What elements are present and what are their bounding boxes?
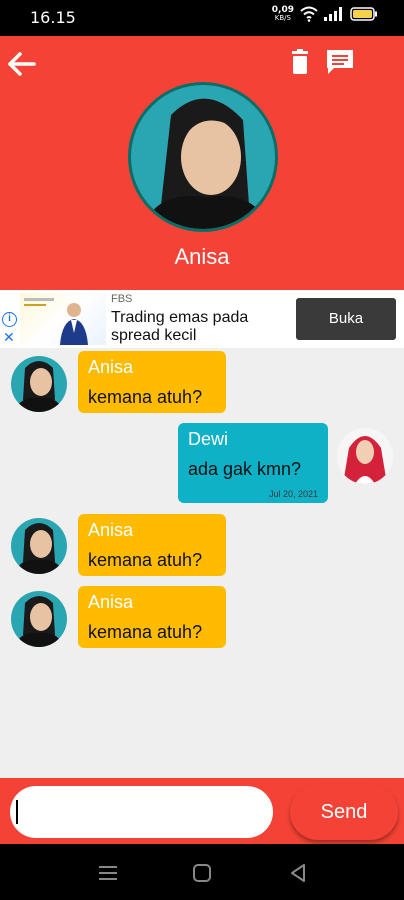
- message-bubble[interactable]: Anisa kemana atuh?: [78, 351, 226, 413]
- message-text: kemana atuh?: [88, 387, 203, 407]
- ad-source: FBS: [111, 293, 133, 305]
- message-bubble[interactable]: Anisa kemana atuh?: [78, 586, 226, 648]
- ad-open-button[interactable]: Buka: [296, 298, 396, 340]
- ad-banner[interactable]: i ✕ FBS Trading emas pada spread kecil B…: [0, 290, 404, 348]
- message-time: Jul 20, 2021: [268, 489, 318, 499]
- chat-icon[interactable]: [324, 48, 356, 76]
- message-text: kemana atuh?: [88, 550, 203, 570]
- text-cursor: [16, 800, 18, 824]
- ad-title[interactable]: Trading emas pada spread kecil: [111, 309, 289, 345]
- message-sender: Anisa: [88, 592, 134, 612]
- network-speed: 0,09 KB/S: [271, 5, 294, 23]
- message-bubble[interactable]: Dewi ada gak kmn? Jul 20, 2021: [178, 423, 328, 503]
- status-bar: 16.15 0,09 KB/S: [0, 0, 404, 36]
- avatar: [337, 428, 393, 484]
- status-time: 16.15: [30, 8, 76, 27]
- network-speed-unit: KB/S: [274, 14, 291, 22]
- menu-icon[interactable]: [96, 862, 120, 884]
- trash-icon[interactable]: [286, 48, 314, 76]
- wifi-icon: [300, 6, 318, 22]
- message-sender: Anisa: [88, 520, 134, 540]
- avatar: [11, 356, 67, 412]
- message-text: kemana atuh?: [88, 622, 203, 642]
- network-speed-value: 0,09: [271, 5, 294, 15]
- send-button[interactable]: Send: [290, 784, 398, 840]
- message-sender: Dewi: [188, 429, 229, 449]
- ad-image[interactable]: [20, 293, 106, 345]
- close-icon[interactable]: ✕: [3, 329, 15, 346]
- status-icons: 0,09 KB/S: [272, 6, 378, 22]
- message-composer: Send: [0, 778, 404, 844]
- contact-name: Anisa: [174, 244, 230, 269]
- contact-profile-photo: [128, 82, 278, 232]
- message-input[interactable]: [10, 786, 273, 838]
- signal-icon: [324, 7, 342, 21]
- message-bubble[interactable]: Anisa kemana atuh?: [78, 514, 226, 576]
- avatar: [11, 591, 67, 647]
- home-icon[interactable]: [190, 862, 214, 884]
- system-nav-bar: [0, 844, 404, 900]
- info-icon[interactable]: i: [2, 312, 17, 327]
- back-arrow-icon[interactable]: [6, 50, 38, 78]
- battery-icon: [350, 7, 377, 21]
- message-text: ada gak kmn?: [188, 459, 302, 479]
- back-icon[interactable]: [286, 862, 310, 884]
- chat-header: Anisa: [0, 36, 404, 290]
- avatar: [11, 518, 67, 574]
- message-sender: Anisa: [88, 357, 134, 377]
